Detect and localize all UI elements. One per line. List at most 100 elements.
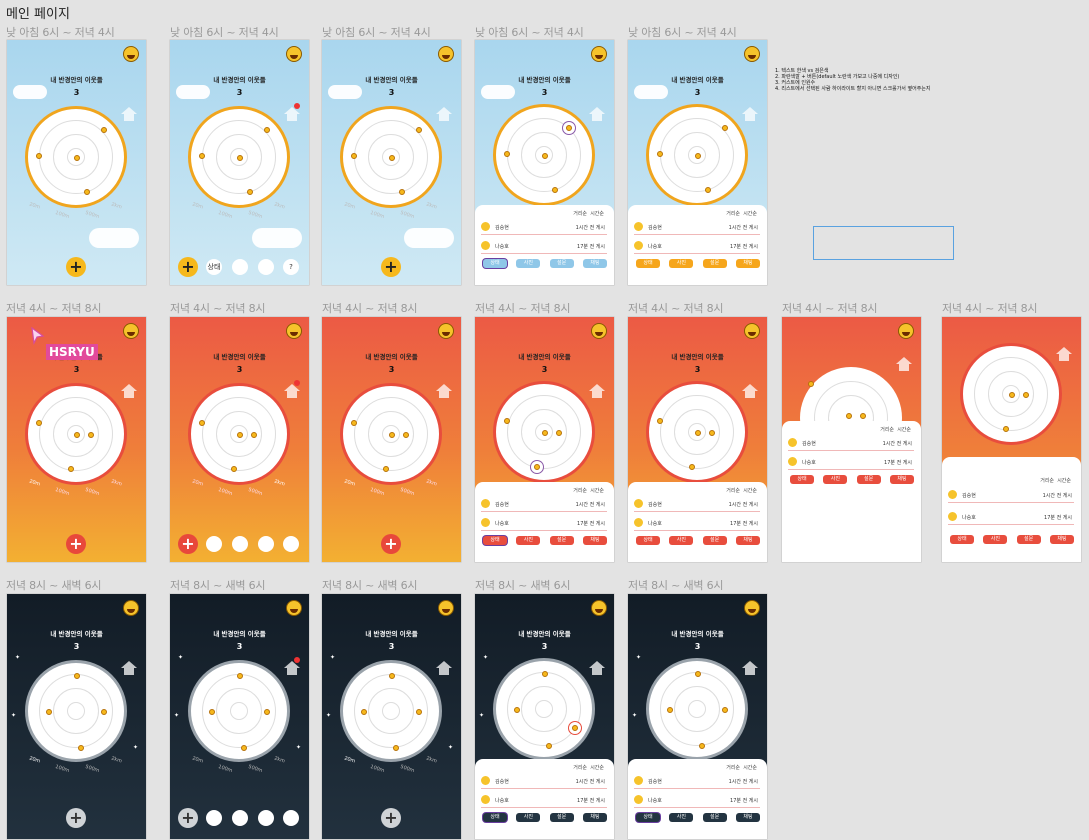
neighbor-marker[interactable] [1003,426,1009,432]
add-button[interactable]: + [178,534,198,554]
list-item[interactable]: 나승호 17분 전 게시 [788,454,914,470]
home-icon[interactable] [589,661,605,675]
list-item[interactable]: 나승호 17분 전 게시 [481,238,607,254]
chat-button[interactable]: 채팅 [1049,535,1074,544]
emoji-icon[interactable] [438,600,454,616]
radar[interactable] [493,104,595,206]
home-icon[interactable] [742,661,758,675]
chat-button[interactable]: 채팅 [889,475,914,484]
neighbor-marker[interactable] [84,189,90,195]
radar[interactable] [25,106,127,208]
home-icon[interactable] [589,107,605,121]
neighbor-marker[interactable] [74,432,80,438]
sort-time[interactable]: 시간순 [897,427,911,433]
photo-button[interactable]: 사진 [516,536,541,545]
status-tool-icon[interactable] [206,810,222,826]
emoji-icon[interactable] [438,46,454,62]
neighbor-marker[interactable] [542,671,548,677]
neighbor-marker[interactable] [101,709,107,715]
emoji-icon[interactable] [286,46,302,62]
neighbor-marker[interactable] [860,413,866,419]
add-button[interactable]: + [66,257,86,277]
chat-button[interactable]: 채팅 [735,813,760,822]
neighbor-marker[interactable] [199,420,205,426]
neighbor-marker-selected[interactable] [534,464,540,470]
neighbor-marker[interactable] [552,187,558,193]
neighbor-marker[interactable] [68,466,74,472]
home-icon[interactable] [284,384,300,398]
neighbor-marker[interactable] [247,189,253,195]
status-button[interactable]: 상태 [636,813,660,822]
neighbor-marker[interactable] [74,155,80,161]
neighbor-marker[interactable] [74,673,80,679]
neighbor-marker[interactable] [209,709,215,715]
sort-distance[interactable]: 거리순 [726,488,740,494]
photo-button[interactable]: 사진 [983,535,1008,544]
survey-button[interactable]: 설문 [856,475,881,484]
radar[interactable] [188,106,290,208]
neighbor-marker[interactable] [264,709,270,715]
neighbor-marker[interactable] [695,430,701,436]
sort-distance[interactable]: 거리순 [1040,478,1054,484]
emoji-icon[interactable] [591,323,607,339]
status-button[interactable]: 상태 [636,259,660,268]
photo-button[interactable]: 사진 [823,475,848,484]
home-icon[interactable] [1056,347,1072,361]
add-button[interactable]: + [381,257,401,277]
emoji-icon[interactable] [744,46,760,62]
neighbor-marker[interactable] [416,127,422,133]
neighbor-marker[interactable] [657,418,663,424]
sort-time[interactable]: 시간순 [743,211,757,217]
status-tool-icon[interactable] [206,536,222,552]
neighbor-marker[interactable] [504,151,510,157]
neighbor-marker[interactable] [199,153,205,159]
add-button[interactable]: + [66,808,86,828]
neighbor-marker[interactable] [546,743,552,749]
question-tool-icon[interactable]: ? [283,259,299,275]
home-icon[interactable] [436,107,452,121]
survey-button[interactable]: 설문 [549,536,574,545]
status-button[interactable]: 상태 [483,813,507,822]
neighbor-marker[interactable] [237,155,243,161]
list-item[interactable]: 나승호 17분 전 게시 [948,509,1074,525]
photo-tool-icon[interactable] [232,536,248,552]
emoji-icon[interactable] [591,600,607,616]
radar[interactable] [25,660,127,762]
survey-button[interactable]: 설문 [702,813,727,822]
survey-tool-icon[interactable] [283,810,299,826]
sort-distance[interactable]: 거리순 [573,488,587,494]
emoji-icon[interactable] [898,323,914,339]
add-button[interactable]: + [178,808,198,828]
status-button[interactable]: 상태 [636,536,660,545]
emoji-icon[interactable] [123,323,139,339]
home-icon[interactable] [121,661,137,675]
list-item[interactable]: 김승현 1시간 전 게시 [634,219,760,235]
list-item[interactable]: 김승현 1시간 전 게시 [634,496,760,512]
neighbor-marker[interactable] [389,432,395,438]
status-button[interactable]: 상태 [950,535,974,544]
add-button[interactable]: + [381,534,401,554]
survey-tool-icon[interactable] [283,536,299,552]
neighbor-marker[interactable] [709,430,715,436]
neighbor-marker[interactable] [78,745,84,751]
emoji-tool-icon[interactable] [258,259,274,275]
photo-tool-icon[interactable] [232,810,248,826]
list-item[interactable]: 김승현 1시간 전 게시 [788,435,914,451]
radar[interactable] [960,343,1062,445]
radar[interactable] [646,104,748,206]
list-item[interactable]: 나승호 17분 전 게시 [634,792,760,808]
list-item[interactable]: 나승호 17분 전 게시 [634,515,760,531]
emoji-icon[interactable] [123,46,139,62]
neighbor-marker[interactable] [88,432,94,438]
neighbor-marker[interactable] [1023,392,1029,398]
neighbor-marker[interactable] [657,151,663,157]
neighbor-marker[interactable] [46,709,52,715]
neighbor-marker[interactable] [36,420,42,426]
emoji-icon[interactable] [123,600,139,616]
add-button[interactable]: + [178,257,198,277]
emoji-icon[interactable] [744,323,760,339]
radar[interactable] [646,381,748,483]
sort-distance[interactable]: 거리순 [573,211,587,217]
home-icon[interactable] [742,107,758,121]
home-icon[interactable] [742,384,758,398]
